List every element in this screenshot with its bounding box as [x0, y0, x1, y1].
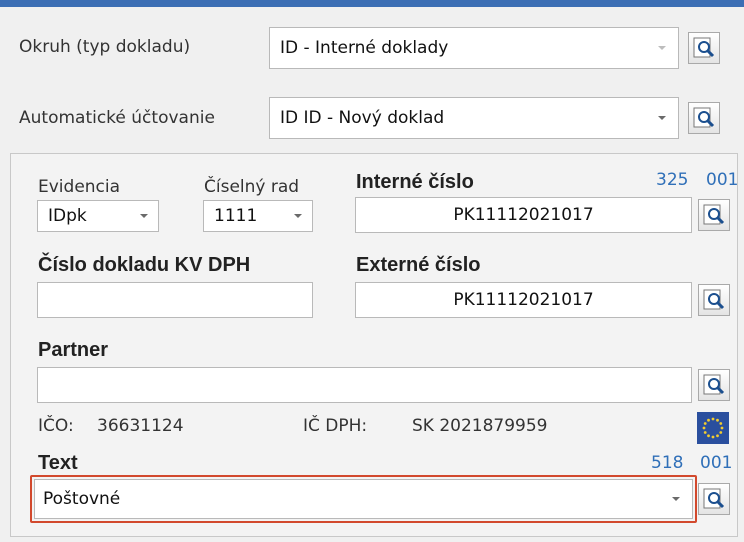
kv-dph-label: Číslo dokladu KV DPH: [38, 254, 251, 276]
evidencia-value: IDpk: [48, 206, 87, 226]
text-lookup-button[interactable]: [698, 483, 730, 515]
chevron-down-icon[interactable]: [658, 116, 666, 120]
externe-cislo-label: Externé číslo: [356, 254, 481, 276]
auto-select[interactable]: ID ID - Nový doklad: [269, 97, 679, 139]
lookup-icon: [703, 374, 725, 395]
externe-cislo-value: PK11112021017: [453, 290, 594, 310]
chevron-down-icon[interactable]: [658, 46, 666, 50]
evidencia-select[interactable]: IDpk: [37, 200, 159, 232]
window-title-bar: [0, 0, 744, 7]
eu-flag-icon: [702, 417, 724, 439]
partner-input[interactable]: [37, 367, 692, 403]
externe-cislo-lookup-button[interactable]: [698, 284, 730, 316]
ciselny-rad-label: Číselný rad: [204, 177, 300, 197]
okruh-select[interactable]: ID - Interné doklady: [269, 27, 679, 69]
auto-label: Automatické účtovanie: [19, 108, 215, 128]
ico-value: 36631124: [97, 416, 184, 436]
auto-lookup-button[interactable]: [688, 102, 720, 134]
text-counter-2: 001: [700, 453, 733, 473]
icdph-value: SK 2021879959: [412, 416, 548, 436]
text-counter-1: 518: [651, 453, 684, 473]
text-label: Text: [38, 452, 78, 474]
chevron-down-icon[interactable]: [294, 214, 302, 218]
ciselny-rad-value: 1111: [214, 206, 258, 226]
interne-cislo-counter: 325: [656, 170, 689, 190]
icdph-label: IČ DPH:: [303, 416, 368, 436]
interne-cislo-lookup-button[interactable]: [698, 199, 730, 231]
interne-cislo-value: PK11112021017: [453, 205, 594, 225]
lookup-icon: [693, 37, 715, 58]
ciselny-rad-select[interactable]: 1111: [203, 200, 313, 232]
lookup-icon: [703, 488, 725, 509]
partner-label: Partner: [38, 339, 109, 361]
auto-value: ID ID - Nový doklad: [280, 108, 445, 128]
highlight-frame: [30, 475, 697, 523]
lookup-icon: [703, 204, 725, 225]
partner-lookup-button[interactable]: [698, 369, 730, 401]
chevron-down-icon[interactable]: [140, 214, 148, 218]
interne-cislo-label: Interné číslo: [356, 171, 474, 193]
interne-cislo-input[interactable]: PK11112021017: [355, 197, 692, 233]
interne-cislo-counter-2: 001: [706, 170, 739, 190]
lookup-icon: [703, 289, 725, 310]
evidencia-label: Evidencia: [38, 177, 121, 197]
externe-cislo-input[interactable]: PK11112021017: [355, 282, 692, 318]
lookup-icon: [693, 107, 715, 128]
okruh-lookup-button[interactable]: [688, 32, 720, 64]
okruh-value: ID - Interné doklady: [280, 38, 449, 58]
eu-vat-check-button[interactable]: [697, 412, 729, 444]
ico-label: IČO:: [38, 416, 74, 436]
okruh-label: Okruh (typ dokladu): [19, 37, 191, 57]
kv-dph-input[interactable]: [37, 282, 313, 318]
